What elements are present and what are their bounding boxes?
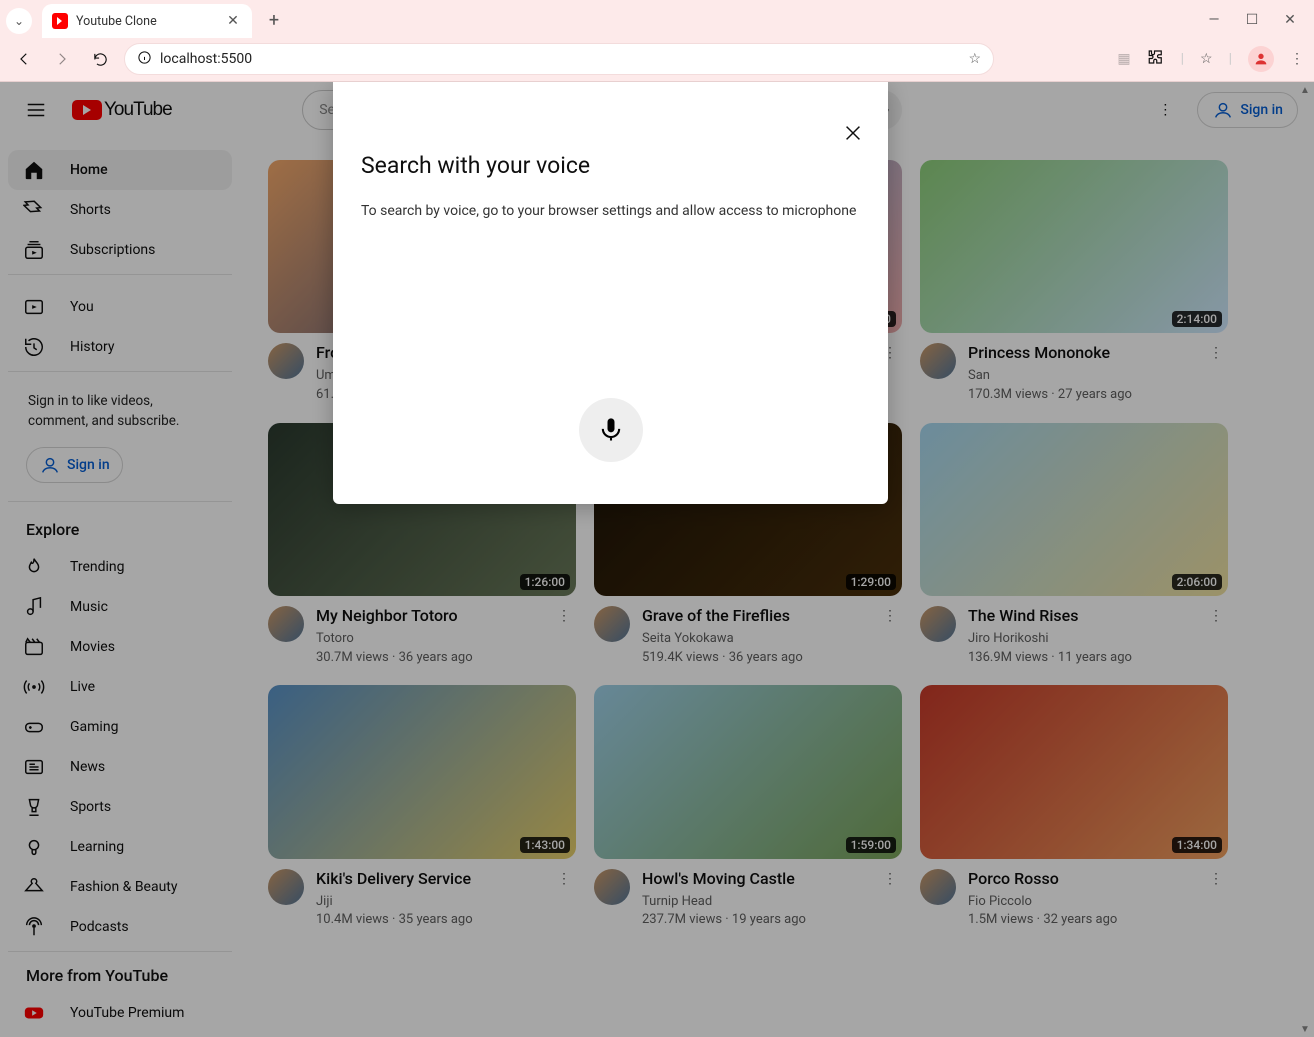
- browser-reload-button[interactable]: [86, 45, 114, 73]
- window-close-button[interactable]: ✕: [1280, 12, 1300, 28]
- extensions-icon[interactable]: ▦: [1117, 51, 1130, 67]
- voice-search-modal: Search with your voice To search by voic…: [333, 82, 888, 504]
- site-info-icon[interactable]: [137, 50, 152, 69]
- browser-chrome: ⌄ Youtube Clone ✕ + — ☐ ✕ localhost:5500…: [0, 0, 1314, 82]
- address-text: localhost:5500: [160, 51, 252, 67]
- address-bar[interactable]: localhost:5500 ☆: [124, 43, 994, 75]
- tab-title: Youtube Clone: [76, 14, 216, 29]
- bookmark-star-icon[interactable]: ☆: [968, 51, 981, 67]
- browser-menu-button[interactable]: ⋮: [1290, 51, 1304, 67]
- modal-body: To search by voice, go to your browser s…: [361, 203, 860, 219]
- window-minimize-button[interactable]: —: [1204, 12, 1224, 28]
- puzzle-icon[interactable]: [1147, 48, 1165, 70]
- app-root: YouTube Search ⋮ Sign in HomeShortsSubsc…: [0, 82, 1314, 1037]
- bookmarks-icon[interactable]: ☆: [1200, 51, 1213, 67]
- favicon-icon: [52, 13, 68, 29]
- new-tab-button[interactable]: +: [260, 6, 288, 34]
- tab-strip: ⌄ Youtube Clone ✕ + — ☐ ✕: [0, 0, 1314, 38]
- modal-title: Search with your voice: [361, 152, 860, 179]
- modal-close-button[interactable]: [838, 118, 868, 148]
- profile-avatar[interactable]: [1248, 46, 1274, 72]
- browser-back-button[interactable]: [10, 45, 38, 73]
- window-controls: — ☐ ✕: [1204, 12, 1314, 38]
- browser-forward-button[interactable]: [48, 45, 76, 73]
- address-bar-row: localhost:5500 ☆ ▦ | ☆ | ⋮: [0, 38, 1314, 80]
- tab-close-button[interactable]: ✕: [224, 13, 242, 29]
- browser-tab[interactable]: Youtube Clone ✕: [42, 4, 252, 38]
- modal-mic-button[interactable]: [579, 398, 643, 462]
- window-maximize-button[interactable]: ☐: [1242, 12, 1262, 28]
- tab-search-button[interactable]: ⌄: [6, 8, 32, 34]
